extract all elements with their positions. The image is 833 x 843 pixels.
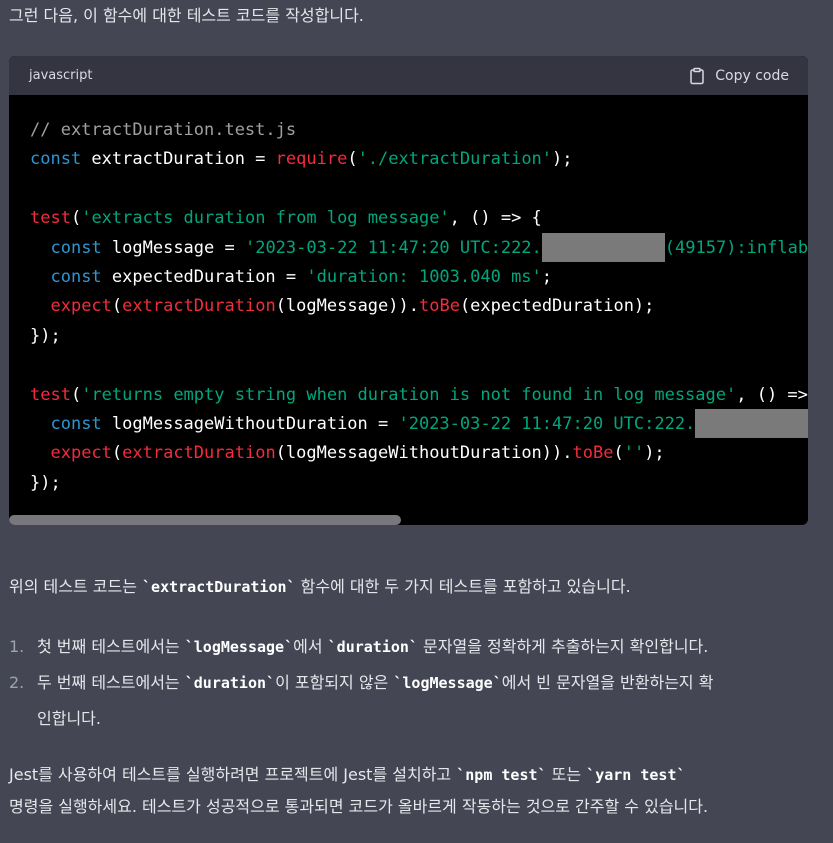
code-line: test('returns empty string when duration… [30,381,808,410]
code-token: test [30,384,71,405]
summary-paragraph: 위의 테스트 코드는 `extractDuration` 함수에 대한 두 가지… [9,572,631,602]
list-item: 1. 첫 번째 테스트에서는 `logMessage`에서 `duration` … [9,629,809,665]
code-line: // extractDuration.test.js [30,116,808,145]
code-token: expect [50,296,112,317]
final-text-line2: 명령을 실행하세요. 테스트가 성공적으로 통과되면 코드가 올바르게 작동하는… [9,797,709,816]
clipboard-icon [690,67,705,84]
code-token: ); [644,443,665,464]
code-language-label: javascript [29,68,93,83]
code-token: '' [623,443,645,464]
code-token: (logMessageWithoutDuration)). [275,443,573,464]
list-number: 1. [9,637,25,656]
intro-text: 그런 다음, 이 함수에 대한 테스트 코드를 작성합니다. [9,6,364,25]
code-token: (logMessage)). [275,296,419,317]
inline-code-extractDuration: `extractDuration` [142,578,296,596]
inline-code: `duration` [184,674,276,692]
code-line: test('extracts duration from log message… [30,204,808,233]
code-token: logMessageWithoutDuration = [101,413,399,434]
code-token: }); [30,325,61,346]
code-token: toBe [572,443,614,464]
summary-text-after: 함수에 대한 두 가지 테스트를 포함하고 있습니다. [295,577,631,596]
code-line: }); [30,322,808,351]
code-token: ; [541,266,553,287]
code-token: const [50,237,102,258]
code-token: const [50,413,102,434]
code-token: (49157):inflab@a [664,237,808,258]
code-token: logMessage = [101,237,245,258]
scrollbar-thumb[interactable] [9,515,401,525]
code-token: , () => { [449,208,542,229]
list-text: 이 포함되지 않은 [275,673,394,692]
inline-code: `logMessage` [184,638,294,656]
code-token: ( [111,443,123,464]
inline-code: `duration` [327,638,418,656]
inline-code-yarn-test: `yarn test` [586,766,686,784]
code-line: expect(extractDuration(logMessageWithout… [30,439,808,468]
list-text: 문자열을 정확하게 추출하는지 확인합니다. [417,637,709,656]
code-token: './extractDuration' [357,149,553,170]
final-paragraph: Jest를 사용하여 테스트를 실행하려면 프로젝트에 Jest를 설치하고 `… [9,759,829,823]
code-token: , () => [736,384,808,405]
list-text: 에서 [293,637,328,656]
final-text-mid: 또는 [546,765,587,784]
code-token: // extractDuration.test.js [30,120,297,140]
code-token: ); [552,149,573,170]
final-text-before: Jest를 사용하여 테스트를 실행하려면 프로젝트에 Jest를 설치하고 [9,765,457,784]
code-token: require [275,149,348,170]
summary-text-before: 위의 테스트 코드는 [9,577,143,596]
code-token: ( [111,296,123,317]
code-line: }); [30,469,808,498]
code-line: const logMessage = '2023-03-22 11:47:20 … [30,232,808,263]
inline-code: `logMessage` [393,674,502,692]
code-token: ( [613,443,624,464]
code-line: const expectedDuration = 'duration: 1003… [30,263,808,292]
redacted-block [695,408,808,438]
code-token: const [50,266,102,287]
code-token: ( [347,149,358,170]
redacted-block [541,232,665,262]
code-token: expectedDuration = [101,266,307,287]
code-token: toBe [418,296,460,317]
test-description-list: 1. 첫 번째 테스트에서는 `logMessage`에서 `duration` … [9,629,809,736]
code-token: expect [50,443,112,464]
code-token: 'extracts duration from log message' [81,208,450,229]
code-block: javascript Copy code // extractDuration.… [9,56,808,525]
code-line: const extractDuration = require('./extra… [30,145,808,174]
code-line: const logMessageWithoutDuration = '2023-… [30,408,808,439]
inline-code-npm-test: `npm test` [456,766,547,784]
code-content[interactable]: // extractDuration.test.js const extractD… [9,95,808,498]
code-token: ( [70,208,82,229]
code-line: expect(extractDuration(logMessage)).toBe… [30,292,808,321]
copy-code-button[interactable]: Copy code [688,67,789,85]
copy-code-label: Copy code [715,67,789,84]
list-number: 2. [9,673,25,692]
code-header: javascript Copy code [9,56,808,95]
code-token: test [30,208,71,229]
code-token: '2023-03-22 11:47:20 UTC:222. [398,413,696,434]
code-token: 'duration: 1003.040 ms' [306,266,542,287]
code-token: ( [70,384,82,405]
list-item: 2. 두 번째 테스트에서는 `duration`이 포함되지 않은 `logMe… [9,665,809,736]
code-token: 'returns empty string when duration is n… [81,384,737,405]
code-token: (expectedDuration); [459,296,655,317]
code-token: extractDuration [122,296,276,317]
list-text: 인합니다. [37,709,101,728]
code-token: }); [30,472,61,493]
list-text: 에서 빈 문자열을 반환하는지 확 [501,673,714,692]
list-text: 두 번째 테스트에서는 [37,673,185,692]
list-text: 첫 번째 테스트에서는 [37,637,185,656]
code-token: const [30,149,82,170]
code-token: extractDuration = [81,149,276,170]
code-token: extractDuration [122,443,276,464]
code-token: '2023-03-22 11:47:20 UTC:222. [244,237,542,258]
horizontal-scrollbar[interactable] [9,515,808,525]
